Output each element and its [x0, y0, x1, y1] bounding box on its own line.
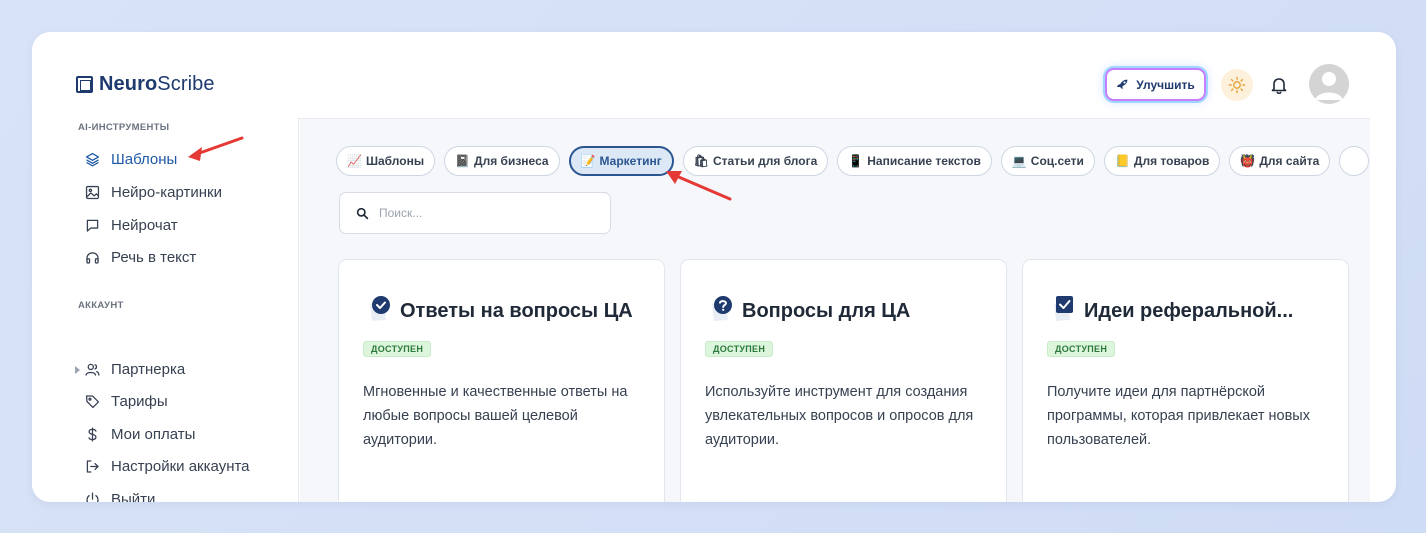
chip-marketing[interactable]: 📝 Маркетинг: [568, 146, 674, 176]
notebook-icon: 📓: [455, 154, 471, 168]
question-circle-icon: [712, 296, 732, 321]
logo-rest: Scribe: [157, 73, 215, 95]
top-header: NeuroScribe Улучшить: [32, 32, 1396, 118]
image-icon: [85, 185, 100, 199]
card-title: Идеи реферальной...: [1084, 300, 1294, 322]
card-title: Вопросы для ЦА: [742, 300, 911, 322]
sidebar-item-label: Выйти: [111, 490, 156, 503]
status-badge: ДОСТУПЕН: [705, 341, 774, 357]
sidebar-item-label: Настройки аккаунта: [111, 457, 250, 475]
chip-copywriting[interactable]: 📱 Написание текстов: [837, 146, 992, 176]
sidebar-item-label: Нейро-картинки: [111, 183, 222, 201]
users-icon: [85, 363, 100, 376]
logo-bold: Neuro: [99, 73, 158, 95]
card-title: Ответы на вопросы ЦА: [400, 300, 633, 322]
chip-blog-articles[interactable]: 🛍 Статьи для блога: [682, 146, 829, 176]
ogre-icon: 👹: [1240, 154, 1256, 168]
search-icon: [356, 207, 369, 219]
headphones-icon: [86, 251, 99, 264]
sidebar-item-account-settings[interactable]: Настройки аккаунта: [84, 455, 250, 477]
sidebar: AI-ИНСТРУМЕНТЫ Шаблоны Нейро-картинки Не…: [32, 118, 299, 502]
shopping-bags-icon: 🛍: [693, 154, 709, 168]
chat-icon: [86, 219, 99, 232]
card-description: Мгновенные и качественные ответы на любы…: [363, 384, 628, 448]
chip-website[interactable]: 👹 Для сайта: [1229, 146, 1331, 176]
chart-icon: 📈: [347, 154, 362, 168]
chip-more[interactable]: [1339, 146, 1370, 176]
category-chips: 📈 Шаблоны 📓 Для бизнеса 📝 Маркетинг 🛍 Статьи…: [336, 146, 1370, 176]
section-label-tools: AI-ИНСТРУМЕНТЫ: [78, 122, 170, 133]
laptop-icon: 💻: [1011, 154, 1027, 168]
sidebar-item-neuro-images[interactable]: Нейро-картинки: [84, 181, 222, 203]
tag-icon: [85, 394, 100, 408]
sun-icon: [1228, 76, 1246, 94]
dollar-icon: [88, 426, 97, 442]
sidebar-item-speech-to-text[interactable]: Речь в текст: [84, 246, 196, 268]
status-badge: ДОСТУПЕН: [363, 341, 432, 357]
sidebar-item-neurochat[interactable]: Нейрочат: [84, 214, 178, 236]
ledger-icon: 📒: [1114, 154, 1130, 168]
section-label-account: АККАУНТ: [78, 300, 124, 311]
memo-icon: 📝: [580, 154, 596, 168]
theme-toggle-button[interactable]: [1221, 69, 1253, 101]
chip-templates[interactable]: 📈 Шаблоны: [336, 146, 436, 176]
rocket-icon: [1117, 79, 1128, 90]
layers-icon: [85, 152, 100, 167]
sidebar-item-label: Нейрочат: [111, 216, 178, 234]
sidebar-item-label: Тарифы: [111, 392, 168, 410]
main-content: 📈 Шаблоны 📓 Для бизнеса 📝 Маркетинг 🛍 Статьи…: [300, 119, 1370, 502]
notifications-button[interactable]: [1268, 74, 1290, 96]
sidebar-item-logout[interactable]: Выйти: [84, 488, 155, 502]
sidebar-item-templates[interactable]: Шаблоны: [84, 148, 177, 170]
avatar[interactable]: [1309, 64, 1349, 104]
bell-icon: [1271, 78, 1287, 95]
upgrade-label: Улучшить: [1136, 77, 1195, 92]
chip-social[interactable]: 💻 Соц.сети: [1000, 146, 1095, 176]
chevron-right-icon[interactable]: [75, 366, 80, 374]
check-circle-icon: [370, 296, 390, 321]
template-card[interactable]: Ответы на вопросы ЦА ДОСТУПЕН Мгновенные…: [338, 259, 665, 502]
search-box[interactable]: [339, 192, 611, 234]
sidebar-item-label: Мои оплаты: [111, 425, 196, 443]
sidebar-item-label: Партнерка: [111, 360, 186, 378]
template-card[interactable]: Идеи реферальной... ДОСТУПЕН Получите ид…: [1022, 259, 1349, 502]
chip-business[interactable]: 📓 Для бизнеса: [444, 146, 560, 176]
user-avatar-icon: [1309, 64, 1349, 104]
sidebar-item-label: Речь в текст: [111, 248, 197, 266]
logo-icon: [76, 76, 93, 93]
sidebar-item-tariffs[interactable]: Тарифы: [84, 390, 168, 412]
template-card[interactable]: Вопросы для ЦА ДОСТУПЕН Используйте инст…: [680, 259, 1007, 502]
status-badge: ДОСТУПЕН: [1047, 341, 1116, 357]
power-icon: [86, 491, 99, 502]
sidebar-item-payments[interactable]: Мои оплаты: [84, 423, 195, 445]
sidebar-item-partners[interactable]: Партнерка: [84, 358, 185, 380]
checkbox-icon: [1054, 296, 1073, 321]
logo[interactable]: NeuroScribe: [76, 73, 215, 96]
chip-products[interactable]: 📒 Для товаров: [1103, 146, 1221, 176]
login-icon: [86, 459, 99, 473]
card-description: Используйте инструмент для создания увле…: [705, 384, 974, 448]
upgrade-button[interactable]: Улучшить: [1105, 68, 1206, 101]
search-input[interactable]: [379, 206, 599, 220]
app-window: NeuroScribe Улучшить AI-ИНСТРУМЕНТЫ Шабл…: [32, 32, 1396, 502]
sidebar-item-label: Шаблоны: [111, 150, 178, 168]
card-description: Получите идеи для партнёрской программы,…: [1047, 384, 1310, 448]
phone-icon: 📱: [848, 154, 864, 168]
